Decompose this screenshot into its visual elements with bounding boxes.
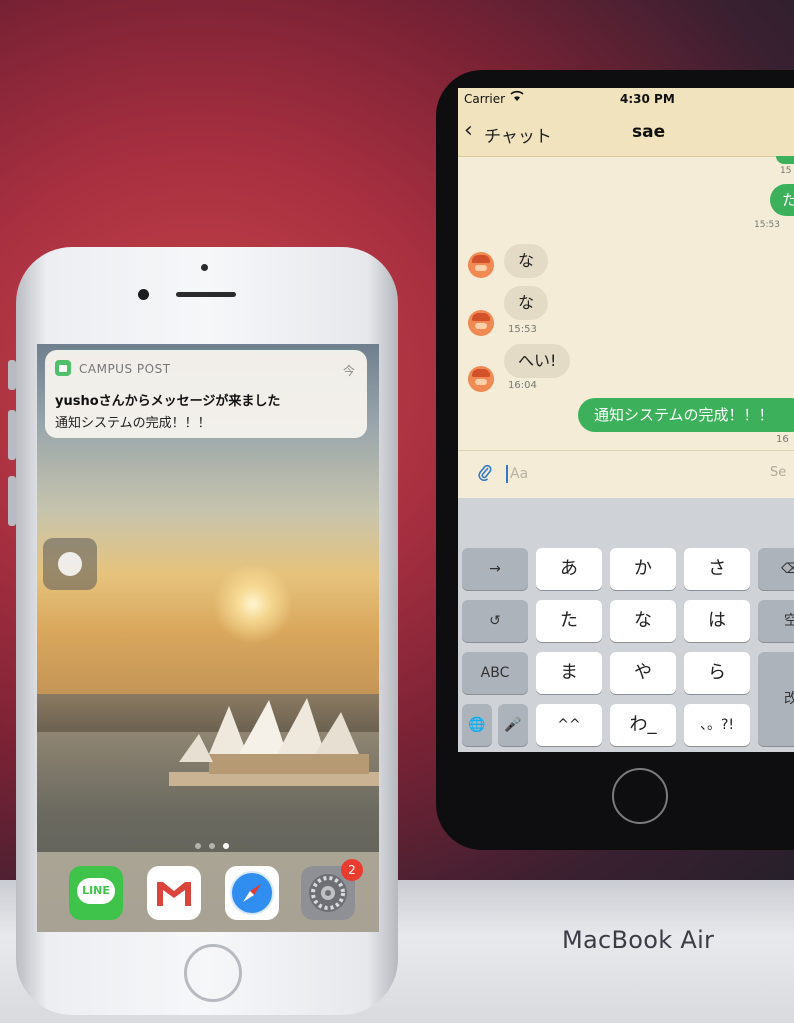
back-button[interactable]: チャット	[484, 122, 552, 147]
front-camera	[138, 289, 149, 300]
photo-scene: MacBook Air Carrier 4:30 PM ‹ チャット sae 1…	[0, 0, 794, 1023]
opera-house-image	[169, 698, 379, 786]
key-wa[interactable]: わ_	[610, 704, 676, 746]
earpiece-speaker	[176, 292, 236, 297]
volume-down-button	[8, 476, 16, 526]
message-input[interactable]: Aa	[506, 461, 756, 487]
notification-time: 今	[343, 364, 356, 378]
key-delete[interactable]: ⌫	[758, 548, 794, 590]
phone-screen: CAMPUS POST 今 yushoさんからメッセージが来ました 通知システム…	[37, 344, 379, 932]
gmail-app-icon[interactable]	[147, 866, 201, 920]
message-time: 15:53	[754, 220, 780, 230]
chat-title: sae	[632, 122, 666, 142]
page-dot-active	[223, 843, 229, 849]
globe-icon[interactable]: 🌐	[462, 704, 492, 746]
key-sa[interactable]: さ	[684, 548, 750, 590]
key-ya[interactable]: や	[610, 652, 676, 694]
avatar[interactable]	[468, 310, 494, 336]
key-ta[interactable]: た	[536, 600, 602, 642]
message-bubble-out: た	[770, 184, 794, 216]
message-time: 15	[780, 166, 792, 176]
proximity-sensor	[201, 264, 208, 271]
input-placeholder: Aa	[510, 466, 529, 482]
paperclip-icon[interactable]	[478, 463, 492, 486]
key-ra[interactable]: ら	[684, 652, 750, 694]
message-bubble-out: 通知システムの完成！！！	[578, 398, 794, 432]
chevron-left-icon[interactable]: ‹	[464, 118, 473, 143]
chat-list[interactable]: 15 た 15:53 な な 15:53 へい! 16:04 通知システムの完成…	[458, 156, 794, 446]
key-return[interactable]: 改	[758, 652, 794, 746]
key-undo[interactable]: ↺	[462, 600, 528, 642]
key-ma[interactable]: ま	[536, 652, 602, 694]
message-input-bar: Aa Se	[458, 450, 794, 497]
safari-app-icon[interactable]	[225, 866, 279, 920]
wifi-icon	[510, 90, 524, 105]
volume-up-button	[8, 410, 16, 460]
page-dot	[209, 843, 215, 849]
notification-body: 通知システムの完成！！！	[55, 416, 211, 431]
message-time: 16	[776, 434, 789, 445]
macbook-label: MacBook Air	[562, 926, 715, 954]
message-bubble-in: へい!	[504, 344, 571, 378]
message-bubble-in: な	[504, 244, 549, 278]
message-time: 16:04	[508, 380, 537, 391]
wallpaper-sun	[213, 564, 293, 644]
key-a[interactable]: あ	[536, 548, 602, 590]
phone-home-button[interactable]	[184, 944, 242, 1002]
message-bubble-out	[776, 156, 794, 164]
message-time: 15:53	[508, 324, 537, 335]
app-lock-icon	[55, 360, 71, 376]
key-kaomoji[interactable]: ^^	[536, 704, 602, 746]
dock: LINE 2	[37, 852, 379, 932]
avatar[interactable]	[468, 366, 494, 392]
line-app-label: LINE	[77, 878, 115, 904]
settings-badge: 2	[341, 859, 363, 881]
status-bar: Carrier 4:30 PM	[458, 88, 794, 110]
key-ka[interactable]: か	[610, 548, 676, 590]
notification-title: yushoさんからメッセージが来ました	[55, 394, 281, 409]
microphone-icon[interactable]: 🎤	[498, 704, 528, 746]
nav-bar: ‹ チャット sae	[458, 110, 794, 157]
page-indicator[interactable]	[191, 834, 233, 853]
notification-banner[interactable]: CAMPUS POST 今 yushoさんからメッセージが来ました 通知システム…	[45, 350, 367, 438]
simulator-screen: Carrier 4:30 PM ‹ チャット sae 15 た 15:53 な …	[458, 88, 794, 752]
page-dot	[195, 843, 201, 849]
mute-switch	[8, 360, 16, 390]
notification-app-name: CAMPUS POST	[79, 362, 171, 376]
avatar[interactable]	[468, 252, 494, 278]
carrier-label: Carrier	[464, 92, 506, 106]
status-time: 4:30 PM	[620, 92, 675, 106]
key-punctuation[interactable]: 、。?!	[684, 704, 750, 746]
line-app-icon[interactable]: LINE	[69, 866, 123, 920]
assistive-touch-button[interactable]	[43, 538, 97, 590]
keyboard: → あ か さ ⌫ ↺ た な は 空 ABC ま や ら 改 🌐 🎤 ^^ わ…	[458, 498, 794, 752]
key-space[interactable]: 空	[758, 600, 794, 642]
key-na[interactable]: な	[610, 600, 676, 642]
simulator-home-button[interactable]	[612, 768, 668, 824]
key-ha[interactable]: は	[684, 600, 750, 642]
key-abc[interactable]: ABC	[462, 652, 528, 694]
send-button[interactable]: Se	[770, 465, 786, 480]
message-bubble-in: な	[504, 286, 549, 320]
key-arrow[interactable]: →	[462, 548, 528, 590]
